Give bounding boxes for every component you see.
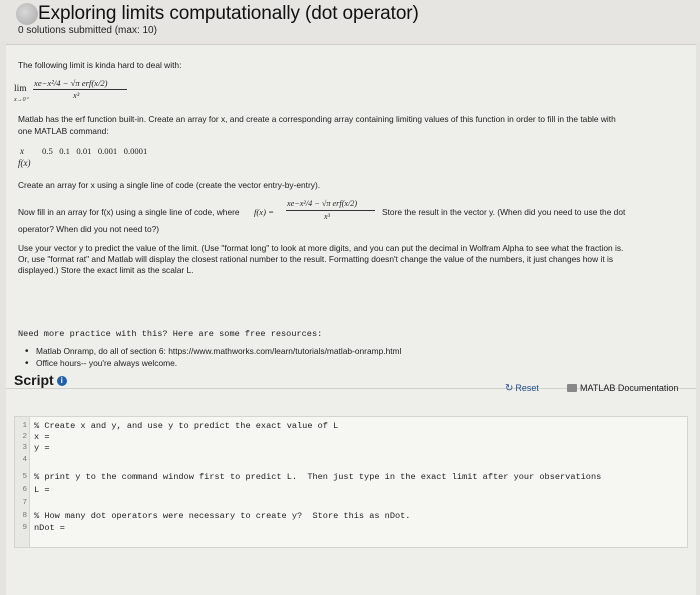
code-editor[interactable]: 1 2 3 4 5 6 7 8 9 % Create x and y, and … bbox=[14, 416, 688, 548]
line-number: 3 bbox=[22, 444, 27, 452]
matlab-documentation-link[interactable]: MATLAB Documentation bbox=[567, 383, 678, 393]
table-f-label: f(x) bbox=[18, 158, 31, 168]
reset-label: Reset bbox=[515, 383, 539, 393]
line-number: 9 bbox=[22, 524, 27, 532]
paragraph-4-line-2: Or, use "format rat" and Matlab will dis… bbox=[18, 254, 614, 264]
function-denominator: x³ bbox=[324, 212, 330, 221]
paragraph-4-line-3: displayed.) Store the exact limit as the… bbox=[18, 265, 194, 275]
line-number: 5 bbox=[22, 473, 27, 481]
paragraph-1-line-2: one MATLAB command: bbox=[18, 126, 109, 136]
status-icon bbox=[16, 3, 38, 25]
table-x-label: x bbox=[20, 146, 24, 156]
page-title: Exploring limits computationally (dot op… bbox=[38, 3, 419, 24]
code-line[interactable]: % Create x and y, and use y to predict t… bbox=[34, 421, 338, 431]
paragraph-3-line-2: operator? When did you not need to?) bbox=[18, 224, 160, 234]
problem-header: Exploring limits computationally (dot op… bbox=[0, 0, 700, 42]
intro-text: The following limit is kinda hard to dea… bbox=[18, 60, 182, 70]
line-number: 2 bbox=[22, 433, 27, 441]
paragraph-3-start: Now fill in an array for f(x) using a si… bbox=[18, 207, 240, 217]
submission-count: 0 solutions submitted (max: 10) bbox=[18, 25, 157, 36]
fraction-bar bbox=[33, 89, 127, 90]
limit-numerator: xe−x²/4 − √π erf(x/2) bbox=[34, 78, 108, 88]
table-x-values: 0.5 0.1 0.01 0.001 0.0001 bbox=[42, 146, 148, 156]
line-number: 4 bbox=[22, 456, 27, 464]
paragraph-4-line-1: Use your vector y to predict the value o… bbox=[18, 243, 624, 253]
resource-onramp[interactable]: Matlab Onramp, do all of section 6: http… bbox=[25, 346, 401, 357]
script-heading: Script i bbox=[14, 372, 67, 388]
practice-heading: Need more practice with this? Here are s… bbox=[18, 329, 323, 339]
lim-label: lim bbox=[14, 84, 27, 94]
function-fraction-bar bbox=[286, 210, 375, 211]
line-number: 6 bbox=[22, 486, 27, 494]
paragraph-2: Create an array for x using a single lin… bbox=[18, 180, 321, 190]
code-line[interactable]: % print y to the command window first to… bbox=[34, 472, 601, 482]
script-label: Script bbox=[14, 372, 54, 388]
paragraph-3-end: Store the result in the vector y. (When … bbox=[382, 207, 626, 217]
function-label: f(x) = bbox=[254, 207, 274, 217]
info-icon[interactable]: i bbox=[56, 376, 67, 386]
lim-subscript: x→0⁺ bbox=[14, 97, 29, 103]
reset-icon: ↻ bbox=[505, 383, 514, 394]
paragraph-1-line-1: Matlab has the erf function built-in. Cr… bbox=[18, 114, 616, 124]
line-number: 7 bbox=[22, 499, 27, 507]
documentation-icon bbox=[567, 384, 577, 392]
reset-button[interactable]: ↻ Reset bbox=[505, 383, 539, 394]
code-line[interactable]: % How many dot operators were necessary … bbox=[34, 511, 410, 521]
documentation-label: MATLAB Documentation bbox=[580, 383, 679, 393]
function-numerator: xe−x²/4 − √π erf(x/2) bbox=[287, 199, 358, 208]
limit-denominator: x³ bbox=[73, 91, 80, 100]
code-line[interactable]: y = bbox=[34, 443, 49, 453]
code-line[interactable]: L = bbox=[34, 485, 49, 495]
line-number: 8 bbox=[22, 512, 27, 520]
code-line[interactable]: nDot = bbox=[34, 523, 65, 533]
code-line[interactable]: x = bbox=[34, 432, 49, 442]
resource-office-hours: Office hours-- you're always welcome. bbox=[25, 358, 177, 369]
line-number: 1 bbox=[22, 422, 27, 430]
